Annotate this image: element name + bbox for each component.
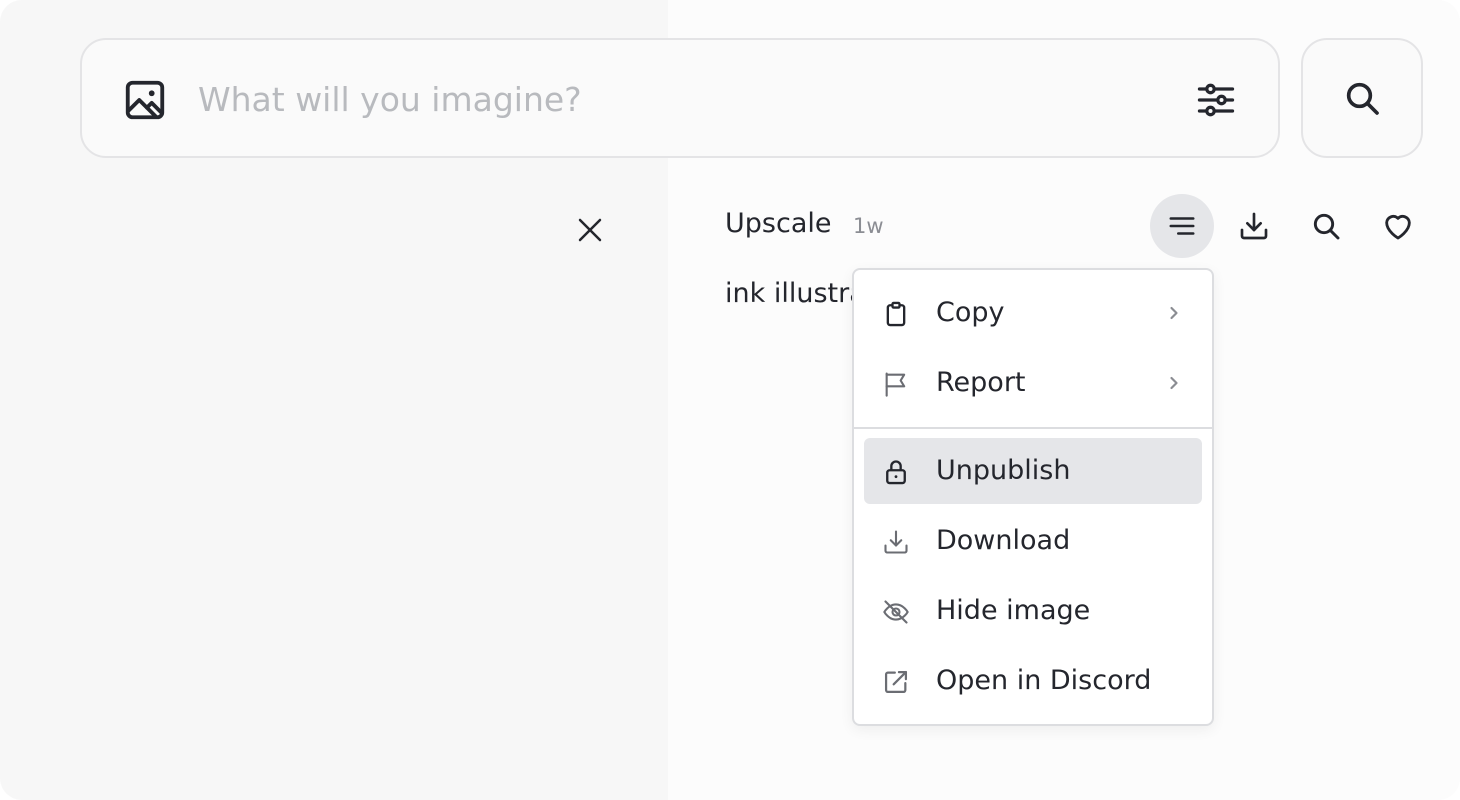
search-button[interactable] <box>1301 38 1423 158</box>
menu-item-copy[interactable]: Copy <box>864 280 1202 346</box>
search-input[interactable] <box>198 70 1158 128</box>
close-button[interactable] <box>568 208 612 252</box>
menu-item-download[interactable]: Download <box>864 508 1202 574</box>
menu-divider <box>854 427 1212 429</box>
search-bar <box>80 38 1280 158</box>
chevron-right-icon <box>1164 373 1184 393</box>
like-button[interactable] <box>1376 204 1420 248</box>
menu-item-label: Report <box>936 367 1026 398</box>
menu-item-label: Hide image <box>936 595 1091 626</box>
prompt-text[interactable]: ink illustra <box>725 278 866 309</box>
close-icon <box>575 215 605 245</box>
menu-item-label: Download <box>936 525 1071 556</box>
download-button[interactable] <box>1232 204 1276 248</box>
flag-icon <box>882 370 910 398</box>
chevron-right-icon <box>1164 303 1184 323</box>
settings-sliders-button[interactable] <box>1190 74 1242 126</box>
lock-icon <box>882 458 910 486</box>
search-similar-button[interactable] <box>1304 204 1348 248</box>
search-icon <box>1310 210 1342 242</box>
menu-item-label: Copy <box>936 297 1005 328</box>
clipboard-icon <box>882 300 910 328</box>
image-icon[interactable] <box>122 77 168 123</box>
menu-lines-icon <box>1167 211 1197 241</box>
menu-item-hide-image[interactable]: Hide image <box>864 578 1202 644</box>
options-menu-button[interactable] <box>1150 194 1214 258</box>
menu-item-label: Open in Discord <box>936 665 1152 696</box>
eye-off-icon <box>882 598 910 626</box>
external-link-icon <box>882 668 910 696</box>
app-window: Upscale 1w ink illustra <box>0 0 1460 800</box>
options-menu: Copy Report Unpublish Download Hide imag… <box>852 268 1214 726</box>
download-icon <box>882 528 910 556</box>
menu-item-label: Unpublish <box>936 455 1071 486</box>
menu-item-unpublish[interactable]: Unpublish <box>864 438 1202 504</box>
sliders-icon <box>1194 78 1238 122</box>
job-age-label: 1w <box>853 214 884 238</box>
menu-item-open-in-discord[interactable]: Open in Discord <box>864 648 1202 714</box>
menu-item-report[interactable]: Report <box>864 350 1202 416</box>
heart-icon <box>1381 209 1415 243</box>
search-icon <box>1342 78 1382 118</box>
download-icon <box>1238 210 1270 242</box>
job-type-label: Upscale <box>725 208 832 239</box>
